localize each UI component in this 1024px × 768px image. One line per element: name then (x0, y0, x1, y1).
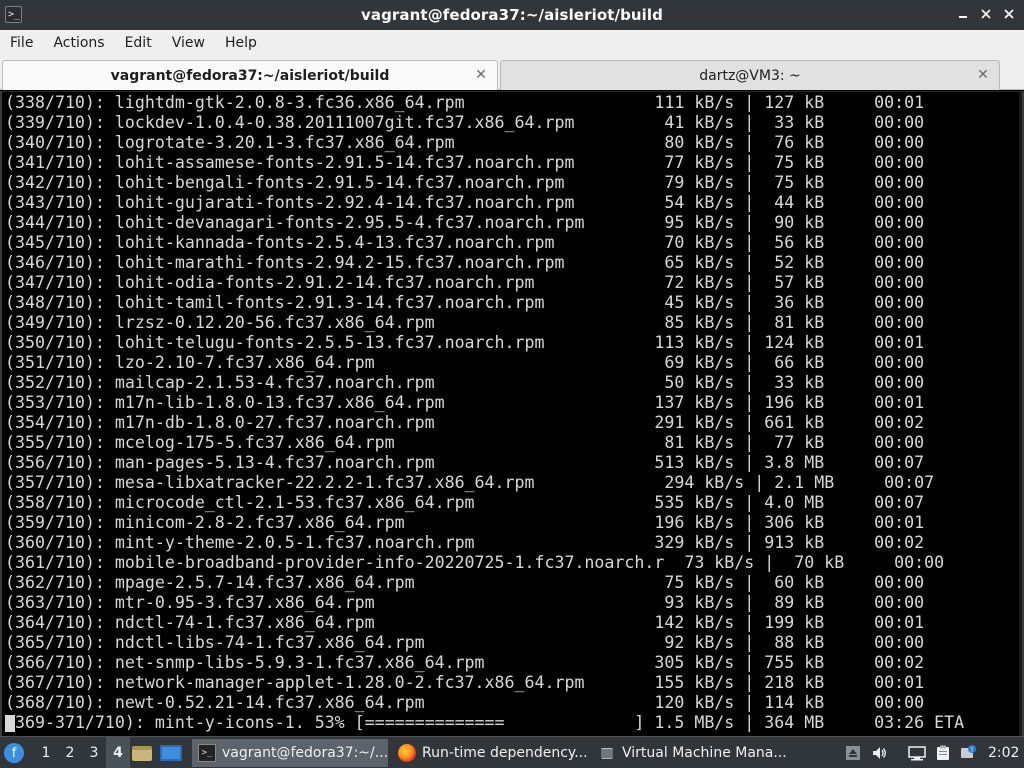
terminal-line: (350/710): lohit-telugu-fonts-2.5.5-13.f… (5, 333, 925, 352)
firefox-icon (398, 744, 416, 762)
terminal-line: (345/710): lohit-kannada-fonts-2.5.4-13.… (5, 233, 925, 252)
terminal-line: (357/710): mesa-libxatracker-22.2.2-1.fc… (5, 473, 935, 492)
tab-vagrant[interactable]: vagrant@fedora37:~/aisleriot/build ✕ (2, 60, 498, 90)
task-firefox[interactable]: Run-time dependency... (392, 739, 588, 767)
task-label: Virtual Machine Mana... (622, 745, 787, 761)
updates-notification-icon[interactable]: ! (960, 745, 976, 761)
desktop-icon (160, 745, 182, 761)
window-titlebar[interactable]: >_ vagrant@fedora37:~/aisleriot/build (0, 0, 1024, 30)
workspace-1[interactable]: 1 (34, 737, 58, 768)
close-tab-icon[interactable]: ✕ (975, 67, 991, 83)
clock[interactable]: 2:02 (988, 737, 1019, 768)
progress-text: (369-371/710): mint-y-icons-1. 53% [====… (5, 713, 965, 732)
task-virt-manager[interactable]: ▥ Virtual Machine Mana... (592, 739, 790, 767)
taskbar: f 1 2 3 4 >_ vagrant@fedora37:~/... Run-… (0, 736, 1024, 768)
workspace-2[interactable]: 2 (58, 737, 82, 768)
terminal-line: (361/710): mobile-broadband-provider-inf… (5, 553, 945, 572)
close-icon (1004, 9, 1014, 19)
window-controls (956, 6, 1016, 22)
file-manager-launcher[interactable] (132, 737, 156, 768)
terminal-line: (367/710): network-manager-applet-1.28.0… (5, 673, 925, 692)
network-icon[interactable] (907, 745, 927, 761)
menu-edit[interactable]: Edit (118, 35, 159, 51)
close-button[interactable] (1002, 6, 1016, 22)
show-desktop-button[interactable] (160, 737, 186, 768)
terminal-line: (343/710): lohit-gujarati-fonts-2.92.4-1… (5, 193, 925, 212)
terminal-scrollbar[interactable] (1019, 92, 1022, 736)
virt-manager-icon: ▥ (600, 745, 614, 761)
terminal-line: (362/710): mpage-2.5.7-14.fc37.x86_64.rp… (5, 573, 925, 592)
tab-dartz[interactable]: dartz@VM3: ~ ✕ (500, 60, 1000, 90)
menu-file[interactable]: File (3, 35, 40, 51)
terminal-output: (338/710): lightdm-gtk-2.0.8-3.fc36.x86_… (5, 93, 964, 733)
eject-icon[interactable] (845, 745, 861, 761)
terminal-line: (341/710): lohit-assamese-fonts-2.91.5-1… (5, 153, 925, 172)
terminal-line: (352/710): mailcap-2.1.53-4.fc37.noarch.… (5, 373, 925, 392)
terminal-icon[interactable]: >_ (5, 6, 22, 23)
task-label: Run-time dependency... (422, 745, 588, 761)
window-title: vagrant@fedora37:~/aisleriot/build (360, 6, 664, 24)
task-terminal[interactable]: >_ vagrant@fedora37:~/... (192, 739, 388, 767)
terminal-line: (344/710): lohit-devanagari-fonts-2.95.5… (5, 213, 925, 232)
terminal-line: (365/710): ndctl-libs-74-1.fc37.x86_64.r… (5, 633, 925, 652)
minimize-icon (959, 16, 967, 18)
menu-actions[interactable]: Actions (46, 35, 111, 51)
terminal-line: (354/710): m17n-db-1.8.0-27.fc37.noarch.… (5, 413, 925, 432)
volume-icon[interactable] (871, 745, 887, 761)
terminal-view[interactable]: (338/710): lightdm-gtk-2.0.8-3.fc36.x86_… (0, 91, 1024, 736)
terminal-line: (346/710): lohit-marathi-fonts-2.94.2-15… (5, 253, 925, 272)
terminal-line: (368/710): newt-0.52.21-14.fc37.x86_64.r… (5, 693, 925, 712)
terminal-icon: >_ (198, 744, 216, 762)
terminal-line: (339/710): lockdev-1.0.4-0.38.20111007gi… (5, 113, 925, 132)
terminal-line: (340/710): logrotate-3.20.1-3.fc37.x86_6… (5, 133, 925, 152)
download-progress-line: (369-371/710): mint-y-icons-1. 53% [====… (5, 713, 964, 733)
task-label: vagrant@fedora37:~/... (222, 745, 388, 761)
terminal-line: (351/710): lzo-2.10-7.fc37.x86_64.rpm 69… (5, 353, 925, 372)
terminal-line: (353/710): m17n-lib-1.8.0-13.fc37.x86_64… (5, 393, 925, 412)
folder-icon (132, 745, 152, 761)
terminal-line: (347/710): lohit-odia-fonts-2.91.2-14.fc… (5, 273, 925, 292)
terminal-line: (348/710): lohit-tamil-fonts-2.91.3-14.f… (5, 293, 925, 312)
maximize-button[interactable] (979, 6, 993, 22)
workspace-3[interactable]: 3 (82, 737, 106, 768)
svg-text:!: ! (971, 747, 973, 754)
restore-icon (981, 9, 991, 19)
terminal-line: (349/710): lrzsz-0.12.20-56.fc37.x86_64.… (5, 313, 925, 332)
start-menu-button[interactable]: f (4, 737, 28, 768)
tab-bar: vagrant@fedora37:~/aisleriot/build ✕ dar… (0, 56, 1024, 90)
menu-help[interactable]: Help (218, 35, 264, 51)
terminal-line: (342/710): lohit-bengali-fonts-2.91.5-14… (5, 173, 925, 192)
terminal-line: (359/710): minicom-2.8-2.fc37.x86_64.rpm… (5, 513, 925, 532)
terminal-line: (355/710): mcelog-175-5.fc37.x86_64.rpm … (5, 433, 925, 452)
menu-bar: File Actions Edit View Help (0, 30, 1024, 56)
terminal-line: (364/710): ndctl-74-1.fc37.x86_64.rpm 14… (5, 613, 925, 632)
menu-view[interactable]: View (165, 35, 212, 51)
workspace-switcher: 1 2 3 4 (34, 737, 130, 768)
terminal-line: (356/710): man-pages-5.13-4.fc37.noarch.… (5, 453, 925, 472)
fedora-logo-icon: f (4, 743, 24, 763)
terminal-line: (360/710): mint-y-theme-2.0.5-1.fc37.noa… (5, 533, 925, 552)
clipboard-icon[interactable] (935, 745, 951, 761)
terminal-line: (363/710): mtr-0.95-3.fc37.x86_64.rpm 93… (5, 593, 925, 612)
workspace-4[interactable]: 4 (106, 737, 130, 768)
terminal-line: (366/710): net-snmp-libs-5.9.3-1.fc37.x8… (5, 653, 925, 672)
terminal-cursor (5, 715, 15, 732)
tab-label: vagrant@fedora37:~/aisleriot/build (110, 67, 390, 84)
terminal-line: (358/710): microcode_ctl-2.1-53.fc37.x86… (5, 493, 925, 512)
close-tab-icon[interactable]: ✕ (473, 67, 489, 83)
terminal-line: (338/710): lightdm-gtk-2.0.8-3.fc36.x86_… (5, 93, 925, 112)
minimize-button[interactable] (956, 6, 970, 22)
tab-label: dartz@VM3: ~ (699, 67, 801, 84)
